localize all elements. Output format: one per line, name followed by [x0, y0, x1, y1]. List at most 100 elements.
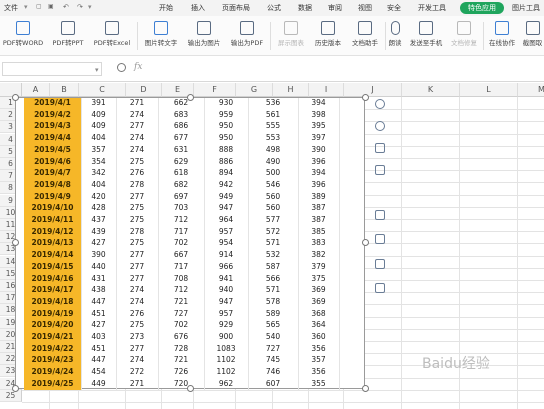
crop-frame-icon[interactable]	[372, 162, 388, 178]
ribbon-toolbar: PDF转WORD PDF转PPT PDF转Excel 图片转文字 输出为图片 输…	[0, 16, 544, 56]
image-cell-value: 389	[311, 191, 326, 201]
name-box[interactable]: ▾	[2, 62, 102, 76]
resize-handle-left[interactable]	[12, 239, 19, 246]
redo-icon[interactable]: ↷	[77, 3, 83, 11]
resize-handle-right[interactable]	[362, 239, 369, 246]
image-cell-value: 364	[311, 320, 326, 330]
row-header-25[interactable]: 25	[0, 389, 22, 402]
resize-handle-bottom-left[interactable]	[12, 385, 19, 392]
image-cell-value: 930	[218, 98, 234, 107]
ribbon-separator	[270, 22, 271, 50]
image-cell-value: 409	[91, 109, 106, 119]
image-cell-value: 277	[129, 261, 145, 271]
column-header-j[interactable]: J	[344, 83, 402, 97]
chart-button[interactable]: 屏示图表	[273, 18, 309, 54]
menu-insert[interactable]: 插入	[191, 3, 205, 13]
column-header-m[interactable]: M	[518, 83, 544, 97]
image-compress-icon[interactable]	[372, 280, 388, 296]
image-cell-value: 275	[129, 156, 145, 166]
column-header-a[interactable]: A	[22, 83, 50, 97]
menu-page-layout[interactable]: 页面布局	[222, 3, 250, 13]
menu-home[interactable]: 开始	[159, 3, 173, 13]
image-cell-value: 403	[91, 332, 106, 341]
zoom-in-icon[interactable]	[372, 118, 388, 134]
chevron-down-icon[interactable]: ▾	[24, 3, 28, 11]
column-header-l[interactable]: L	[460, 83, 518, 97]
history-button[interactable]: 历史版本	[310, 18, 346, 54]
chevron-down-icon[interactable]: ▾	[95, 66, 99, 74]
column-header-k[interactable]: K	[402, 83, 460, 97]
resize-handle-top[interactable]	[187, 94, 194, 101]
resize-handle-top-right[interactable]	[362, 94, 369, 101]
more-icon[interactable]: ▾	[88, 3, 92, 11]
formula-input[interactable]	[150, 62, 540, 76]
image-cell-value: 355	[311, 378, 326, 388]
print-icon[interactable]: ▣	[48, 3, 54, 10]
minus-circle-icon[interactable]	[372, 96, 388, 112]
fx-icon[interactable]: fx	[134, 62, 142, 72]
image-cell-value: 274	[129, 109, 145, 119]
export-image-button[interactable]: 输出为图片	[184, 18, 224, 54]
export-pdf-button[interactable]: 输出为PDF	[227, 18, 267, 54]
select-all-corner[interactable]	[0, 83, 22, 97]
image-cell-date: 2019/4/12	[31, 226, 74, 236]
history-icon	[321, 21, 335, 35]
menu-file[interactable]: 文件	[4, 3, 18, 13]
undo-icon[interactable]: ↶	[63, 3, 69, 11]
resize-handle-bottom[interactable]	[187, 385, 194, 392]
image-text-icon[interactable]	[372, 231, 388, 247]
pdf-to-word-label: PDF转WORD	[2, 39, 44, 47]
column-header-c[interactable]: C	[79, 83, 126, 97]
menu-data[interactable]: 数据	[298, 3, 312, 13]
column-header-h[interactable]: H	[273, 83, 309, 97]
repair-button[interactable]: 文档修复	[447, 18, 481, 54]
image-cell-value: 726	[173, 367, 189, 377]
image-to-text-button[interactable]: 图片转文字	[141, 18, 181, 54]
read-aloud-button[interactable]: 朗读	[386, 18, 404, 54]
column-header-b[interactable]: B	[50, 83, 79, 97]
menu-special-apps[interactable]: 特色应用	[460, 2, 504, 14]
menu-security[interactable]: 安全	[387, 3, 401, 13]
image-cell-value: 727	[173, 308, 189, 318]
resize-handle-top-left[interactable]	[12, 94, 19, 101]
assistant-icon	[358, 21, 372, 35]
zoom-icon[interactable]	[117, 63, 126, 72]
image-copy-icon[interactable]	[372, 256, 388, 272]
image-cell-date: 2019/4/2	[34, 109, 71, 119]
folder-icon[interactable]: ▢	[36, 3, 42, 10]
crop-icon[interactable]	[372, 140, 388, 156]
collab-icon	[495, 21, 509, 35]
menu-developer[interactable]: 开发工具	[418, 3, 446, 13]
column-header-f[interactable]: F	[194, 83, 236, 97]
image-cell-value: 387	[311, 215, 326, 224]
image-cell-value: 950	[218, 133, 234, 143]
screenshot-button[interactable]: 截图取	[521, 18, 544, 54]
image-cell-date: 2019/4/5	[34, 144, 71, 154]
pdf-to-ppt-button[interactable]: PDF转PPT	[49, 18, 87, 54]
image-cell-date: 2019/4/8	[34, 179, 71, 189]
collab-button[interactable]: 在线协作	[485, 18, 519, 54]
image-cell-date: 2019/4/15	[31, 261, 74, 271]
export-pdf-label: 输出为PDF	[230, 39, 264, 47]
pdf-to-word-button[interactable]: PDF转WORD	[0, 18, 46, 54]
column-header-d[interactable]: D	[126, 83, 162, 97]
image-cell-value: 500	[265, 168, 281, 178]
menu-review[interactable]: 审阅	[328, 3, 342, 13]
assistant-button[interactable]: 文档助手	[347, 18, 383, 54]
menu-formula[interactable]: 公式	[267, 3, 281, 13]
menu-view[interactable]: 视图	[358, 3, 372, 13]
pasted-table-image[interactable]: 2019/4/1 391 271 662 930 536 394 2019/4/2 409 274…	[15, 97, 365, 390]
resize-handle-bottom-right[interactable]	[362, 385, 369, 392]
image-cell-value: 560	[265, 203, 281, 213]
image-stack-icon[interactable]	[372, 207, 388, 223]
image-cell-value: 1102	[216, 355, 236, 365]
send-to-phone-button[interactable]: 发送至手机	[405, 18, 447, 54]
image-cell-value: 428	[91, 203, 106, 213]
image-cell-date: 2019/4/9	[34, 191, 71, 201]
column-header-i[interactable]: I	[309, 83, 344, 97]
image-cell-value: 697	[173, 191, 189, 201]
pdf-to-excel-button[interactable]: PDF转Excel	[91, 18, 133, 54]
column-header-g[interactable]: G	[236, 83, 273, 97]
image-cell-value: 437	[91, 215, 106, 224]
menu-image-tools[interactable]: 图片工具	[512, 3, 540, 13]
